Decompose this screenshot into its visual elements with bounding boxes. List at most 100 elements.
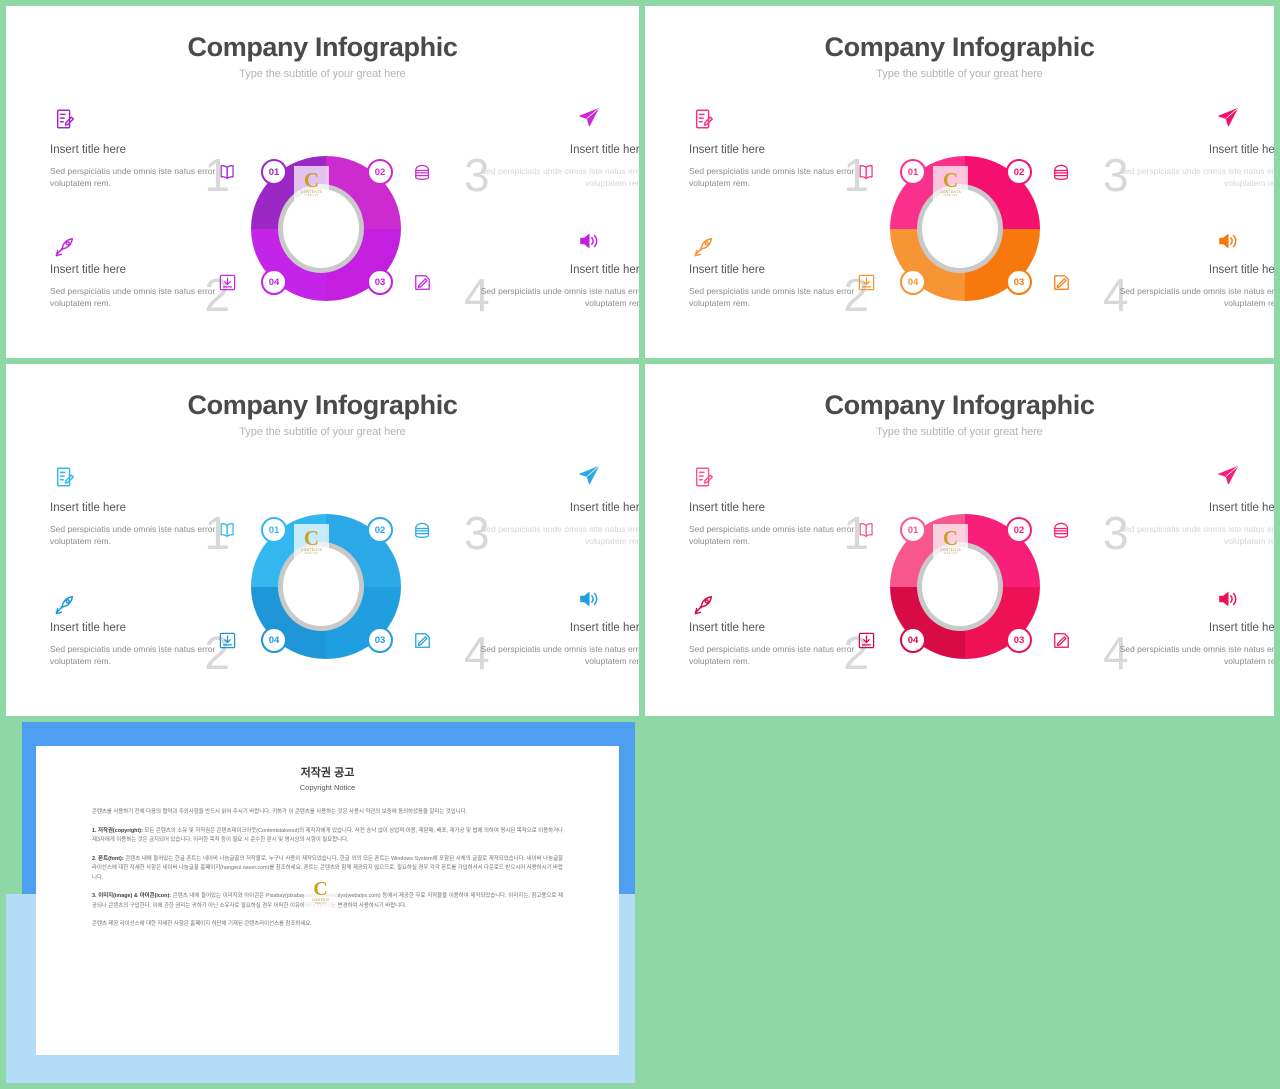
logo-letter: C [942, 168, 959, 192]
rocket-icon [54, 236, 76, 258]
note-edit-icon [693, 108, 715, 130]
block-title: Insert title here [569, 502, 639, 514]
badge-label: 03 [1013, 634, 1025, 646]
download-box-icon [218, 273, 237, 292]
logo-line2: TAKE OUT [304, 194, 319, 197]
open-book-icon [857, 163, 876, 182]
speaker-volume-icon [578, 230, 600, 252]
badge-label: 01 [268, 166, 280, 178]
page-subtitle: Type the subtitle of your great here [239, 68, 406, 80]
watermark-logo: C CONTENTS TAKE OUT [294, 166, 329, 202]
block-desc: Sed perspiciatis unde omnis iste natus e… [480, 166, 639, 188]
step-badge-03[interactable]: 03 [1006, 269, 1032, 295]
logo-line2: TAKE OUT [943, 194, 958, 197]
block-title: Insert title here [1208, 264, 1274, 276]
open-book-icon [218, 163, 237, 182]
step-badge-02[interactable]: 02 [367, 159, 393, 185]
layers-stack-icon [1052, 163, 1071, 182]
slide-pink-orange[interactable]: Company Infographic Type the subtitle of … [645, 6, 1274, 358]
info-block-4[interactable]: 4Insert title hereSed perspiciatis unde … [446, 620, 639, 676]
info-block-4[interactable]: 4Insert title hereSed perspiciatis unde … [1085, 620, 1274, 676]
copyright-paragraph-text: 콘텐츠를 사용하기 전에 다음의 협약과 주의사항을 반드시 읽어 주시기 바랍… [92, 809, 468, 815]
donut-chart: C CONTENTS TAKE OUT 01 02 03 04 [219, 156, 430, 301]
info-block-3[interactable]: 3Insert title hereSed perspiciatis unde … [1085, 500, 1274, 556]
watermark-logo: C CONTENTS TAKE OUT [933, 524, 968, 560]
rocket-icon [54, 594, 76, 616]
step-badge-01[interactable]: 01 [900, 159, 926, 185]
badge-label: 02 [1013, 524, 1025, 536]
copyright-paragraph-lead: 3. 이미지(image) & 아이콘(icon): [92, 893, 172, 899]
speaker-volume-icon [578, 588, 600, 610]
block-desc: Sed perspiciatis unde omnis iste natus e… [1119, 524, 1274, 546]
logo-letter: C [313, 877, 328, 900]
pencil-edit-icon [1052, 631, 1071, 650]
page-title: Company Infographic [187, 390, 458, 420]
step-badge-04[interactable]: 04 [261, 269, 287, 295]
paper-plane-icon [1217, 464, 1239, 486]
open-book-icon [218, 521, 237, 540]
step-badge-02[interactable]: 02 [1006, 517, 1032, 543]
layers-stack-icon [413, 163, 432, 182]
badge-label: 02 [374, 524, 386, 536]
block-title: Insert title here [1208, 622, 1274, 634]
badge-label: 04 [268, 634, 280, 646]
donut-chart: C CONTENTS TAKE OUT 01 02 03 04 [858, 514, 1069, 659]
block-title: Insert title here [689, 502, 766, 514]
block-desc: Sed perspiciatis unde omnis iste natus e… [1119, 644, 1274, 666]
paper-plane-icon [578, 464, 600, 486]
step-badge-03[interactable]: 03 [367, 269, 393, 295]
block-desc: Sed perspiciatis unde omnis iste natus e… [1119, 286, 1274, 308]
speaker-volume-icon [1217, 230, 1239, 252]
donut-chart: C CONTENTS TAKE OUT 01 02 03 04 [858, 156, 1069, 301]
badge-label: 04 [907, 634, 919, 646]
badge-label: 03 [1013, 276, 1025, 288]
pencil-edit-icon [1052, 273, 1071, 292]
block-title: Insert title here [569, 144, 639, 156]
slide-blue[interactable]: Company Infographic Type the subtitle of … [6, 364, 639, 716]
info-block-3[interactable]: 3Insert title hereSed perspiciatis unde … [1085, 142, 1274, 198]
copyright-paragraph-lead: 2. 폰트(font): [92, 855, 124, 862]
block-title: Insert title here [689, 144, 766, 156]
info-block-3[interactable]: 3Insert title hereSed perspiciatis unde … [446, 500, 639, 556]
step-badge-03[interactable]: 03 [367, 627, 393, 653]
slide-copyright-notice[interactable]: 저작권 공고 Copyright Notice 콘텐츠를 사용하기 전에 다음의… [6, 722, 635, 1083]
info-block-4[interactable]: 4Insert title hereSed perspiciatis unde … [1085, 262, 1274, 318]
download-box-icon [857, 631, 876, 650]
rocket-icon [693, 236, 715, 258]
layers-stack-icon [1052, 521, 1071, 540]
paper-plane-icon [1217, 106, 1239, 128]
open-book-icon [857, 521, 876, 540]
info-block-4[interactable]: 4Insert title hereSed perspiciatis unde … [446, 262, 639, 318]
page-title: Company Infographic [824, 32, 1095, 62]
slide-purple[interactable]: Company Infographic Type the subtitle of … [6, 6, 639, 358]
step-badge-04[interactable]: 04 [261, 627, 287, 653]
block-title: Insert title here [50, 502, 127, 514]
page-subtitle: Type the subtitle of your great here [239, 426, 406, 438]
page-title: Company Infographic [824, 390, 1095, 420]
step-badge-01[interactable]: 01 [261, 159, 287, 185]
watermark-logo: C CONTENTS TAKE OUT [303, 874, 338, 910]
copyright-title-ko: 저작권 공고 [300, 767, 355, 779]
info-block-3[interactable]: 3Insert title hereSed perspiciatis unde … [446, 142, 639, 198]
watermark-logo: C CONTENTS TAKE OUT [933, 166, 968, 202]
step-badge-02[interactable]: 02 [1006, 159, 1032, 185]
block-title: Insert title here [569, 264, 639, 276]
step-badge-04[interactable]: 04 [900, 627, 926, 653]
step-badge-03[interactable]: 03 [1006, 627, 1032, 653]
layers-stack-icon [413, 521, 432, 540]
badge-label: 03 [374, 276, 386, 288]
slide-grid: Company Infographic Type the subtitle of … [0, 0, 1280, 1089]
rocket-icon [693, 594, 715, 616]
block-desc: Sed perspiciatis unde omnis iste natus e… [1119, 166, 1274, 188]
note-edit-icon [54, 466, 76, 488]
step-badge-04[interactable]: 04 [900, 269, 926, 295]
badge-label: 03 [374, 634, 386, 646]
step-badge-01[interactable]: 01 [261, 517, 287, 543]
block-title: Insert title here [50, 144, 127, 156]
logo-letter: C [303, 168, 320, 192]
page-subtitle: Type the subtitle of your great here [876, 426, 1043, 438]
step-badge-02[interactable]: 02 [367, 517, 393, 543]
step-badge-01[interactable]: 01 [900, 517, 926, 543]
slide-crimson-pink[interactable]: Company Infographic Type the subtitle of … [645, 364, 1274, 716]
note-edit-icon [693, 466, 715, 488]
